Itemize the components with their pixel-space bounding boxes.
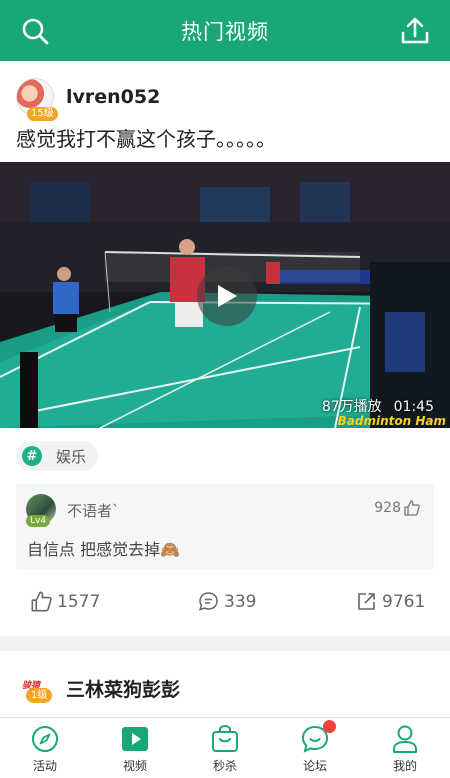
tab-label: 论坛 (302, 759, 327, 773)
tab-activity[interactable]: 活动 (0, 718, 90, 778)
search-icon[interactable] (20, 16, 50, 46)
comment-button[interactable]: 339 (198, 591, 256, 612)
level-badge: 1级 (26, 688, 53, 703)
play-button[interactable] (197, 266, 257, 326)
app-screen: 热门视频 15级 lvren052 感觉我打不赢这个孩子。。。。。 87万播放 … (0, 0, 450, 778)
top-bar: 热门视频 (0, 0, 450, 61)
tab-flash-sale[interactable]: 秒杀 (180, 718, 270, 778)
tab-label: 我的 (392, 759, 417, 773)
person-icon (393, 725, 417, 753)
upload-icon[interactable] (400, 16, 430, 46)
share-icon (358, 593, 375, 610)
like-button[interactable]: 1577 (31, 591, 100, 612)
play-icon (218, 285, 237, 307)
video-meta: 87万播放 01:45 (322, 396, 434, 416)
video-post-card: 骏猿 1级 三林菜狗彭彭 (0, 651, 450, 721)
shopping-bag-icon (212, 724, 238, 752)
hashtag-icon: # (22, 446, 42, 466)
level-badge: 15级 (27, 107, 58, 121)
view-count: 87万播放 (321, 399, 382, 415)
tab-profile[interactable]: 我的 (360, 718, 450, 778)
notification-dot (323, 720, 336, 733)
tab-forum[interactable]: 论坛 (270, 718, 360, 778)
like-count: 1577 (57, 591, 101, 612)
comment-text: 自信点 把感觉去掉🙈 (27, 540, 181, 559)
video-post-card: 15级 lvren052 感觉我打不赢这个孩子。。。。。 87万播放 01:45… (0, 61, 450, 636)
comment-count: 339 (224, 591, 257, 612)
author-name[interactable]: 三林菜狗彭彭 (66, 675, 180, 702)
thumb-up-icon (31, 591, 52, 612)
video-duration: 01:45 (393, 399, 434, 415)
share-count: 9761 (382, 591, 426, 612)
tab-label: 活动 (32, 759, 57, 773)
commenter-name[interactable]: 不语者` (67, 500, 120, 521)
page-title: 热门视频 (181, 19, 269, 44)
bottom-tab-bar: 活动 视频 秒杀 论坛 我的 (0, 717, 450, 778)
share-button[interactable]: 9761 (356, 591, 425, 612)
post-text[interactable]: 感觉我打不赢这个孩子。。。。。 (16, 123, 276, 152)
tag-label: 娱乐 (56, 447, 87, 466)
avatar[interactable]: 15级 (16, 78, 58, 121)
author-name[interactable]: lvren052 (66, 86, 160, 108)
comment-like-button[interactable]: 928 (374, 500, 420, 516)
video-play-icon (122, 727, 148, 751)
tab-label: 视频 (122, 759, 147, 773)
thumb-up-icon (404, 500, 420, 516)
comment-like-count: 928 (374, 500, 401, 516)
post-actions: 1577 339 9761 (0, 591, 450, 621)
commenter-level-badge: Lv4 (26, 515, 51, 527)
video-player[interactable]: 87万播放 01:45 Badminton Ham (0, 162, 450, 428)
tab-label: 秒杀 (212, 759, 237, 773)
tab-video[interactable]: 视频 (90, 718, 180, 778)
top-comment[interactable]: Lv4 不语者` 928 自信点 把感觉去掉🙈 (16, 484, 434, 570)
comment-icon (198, 592, 218, 611)
compass-icon (32, 726, 58, 752)
video-watermark: Badminton Ham (337, 414, 446, 428)
topic-tag[interactable]: # 娱乐 (16, 441, 99, 471)
post-author[interactable]: 15级 lvren052 (16, 77, 160, 121)
